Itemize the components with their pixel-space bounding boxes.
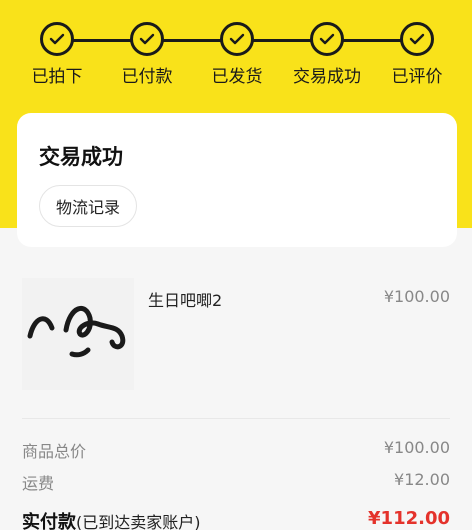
step-completed: 交易成功: [282, 22, 372, 87]
goods-total-value: ¥100.00: [383, 438, 450, 457]
step-ordered: 已拍下: [12, 22, 102, 87]
paid-total-row: 实付款(已到达卖家账户) ¥112.00: [22, 508, 450, 530]
divider: [22, 418, 450, 419]
product-title[interactable]: 生日吧唧2: [148, 287, 222, 311]
step-paid: 已付款: [102, 22, 192, 87]
step-label: 交易成功: [293, 67, 361, 87]
shipping-label: 运费: [22, 474, 55, 493]
step-label: 已评价: [391, 67, 443, 87]
shipping-value: ¥12.00: [394, 470, 450, 489]
check-icon: [400, 22, 434, 56]
goods-total-row: 商品总价 ¥100.00: [22, 438, 450, 462]
product-image[interactable]: [22, 278, 134, 390]
check-icon: [220, 22, 254, 56]
logistics-record-button[interactable]: 物流记录: [39, 185, 138, 227]
product-item[interactable]: 生日吧唧2 ¥100.00: [0, 260, 472, 420]
check-icon: [40, 22, 74, 56]
check-icon: [130, 22, 164, 56]
step-label: 已付款: [121, 67, 173, 87]
goods-total-label: 商品总价: [22, 442, 87, 461]
step-shipped: 已发货: [192, 22, 282, 87]
product-price: ¥100.00: [383, 287, 450, 306]
order-status-title: 交易成功: [39, 145, 123, 169]
step-reviewed: 已评价: [372, 22, 462, 87]
check-icon: [310, 22, 344, 56]
order-progress: 已拍下 已付款 已发货 交易成功 已评价: [0, 0, 472, 100]
order-status-card: 交易成功 物流记录: [17, 113, 457, 247]
paid-note: (已到达卖家账户): [76, 513, 201, 530]
step-label: 已拍下: [31, 67, 83, 87]
paid-label: 实付款: [22, 512, 76, 530]
shipping-row: 运费 ¥12.00: [22, 470, 450, 494]
paid-total-value: ¥112.00: [368, 508, 450, 529]
paid-label-group: 实付款(已到达卖家账户): [22, 508, 201, 530]
step-label: 已发货: [211, 67, 263, 87]
